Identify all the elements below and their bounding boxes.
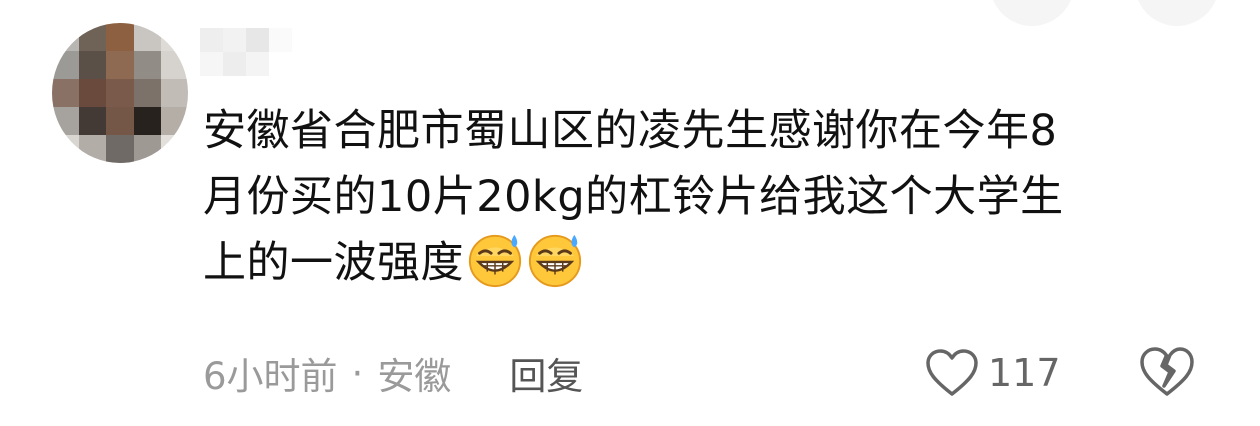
comment-line-3-text: 上的一波强度: [203, 238, 464, 288]
comment-time: 6小时前: [203, 355, 338, 398]
heart-icon: [926, 349, 978, 396]
grinning-sweat-icon: [466, 231, 524, 289]
comment-meta: 6小时前 · 安徽 回复: [203, 347, 583, 399]
reply-button[interactable]: 回复: [509, 346, 583, 400]
avatar[interactable]: [52, 23, 188, 163]
comment-line-1: 安徽省合肥市蜀山区的凌先生感谢你在今年8: [203, 106, 1058, 156]
comment-screen: 安徽省合肥市蜀山区的凌先生感谢你在今年8 月份买的10片20kg的杠铃片给我这个…: [0, 0, 1260, 426]
like-button[interactable]: 117: [924, 345, 1061, 401]
comment-text: 安徽省合肥市蜀山区的凌先生感谢你在今年8 月份买的10片20kg的杠铃片给我这个…: [203, 98, 1203, 296]
username-blurred[interactable]: [200, 28, 292, 76]
like-count: 117: [988, 351, 1061, 395]
comment-line-3: 上的一波强度: [203, 230, 1203, 296]
grinning-sweat-icon: [526, 231, 584, 289]
meta-separator: ·: [351, 351, 364, 395]
broken-heart-icon: [1140, 347, 1194, 396]
dislike-button[interactable]: [1138, 346, 1196, 398]
top-action-circle: [990, 0, 1074, 26]
comment-location: 安徽: [377, 355, 452, 398]
comment-line-2: 月份买的10片20kg的杠铃片给我这个大学生: [203, 172, 1064, 222]
top-action-circle: [1135, 0, 1219, 26]
